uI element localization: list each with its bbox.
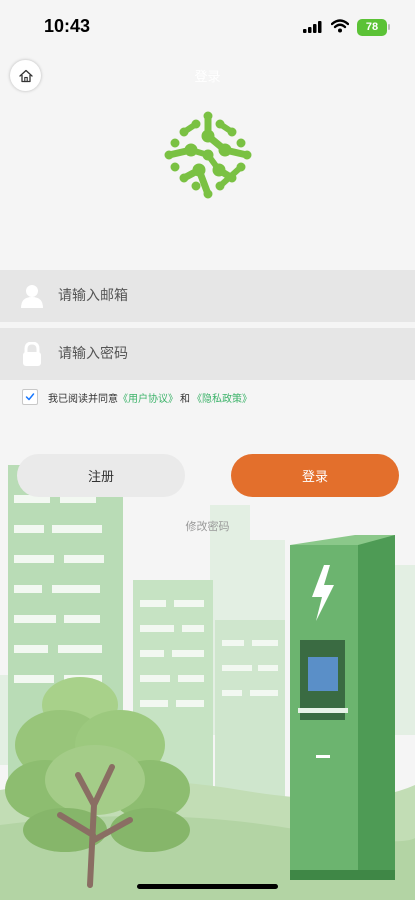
charging-station-illustration bbox=[290, 535, 395, 880]
email-input[interactable] bbox=[58, 270, 388, 322]
password-field-row bbox=[0, 328, 415, 380]
checkmark-icon bbox=[25, 393, 35, 401]
lock-icon bbox=[23, 342, 41, 366]
app-logo bbox=[164, 111, 252, 199]
page-title: 登录 bbox=[194, 70, 221, 85]
privacy-policy-link[interactable]: 《隐私政策》 bbox=[192, 390, 252, 405]
battery-tip bbox=[388, 24, 390, 30]
battery-indicator: 78 bbox=[357, 19, 387, 36]
agreement-checkbox[interactable] bbox=[22, 389, 38, 405]
wifi-icon bbox=[331, 19, 349, 33]
user-icon bbox=[21, 285, 43, 308]
login-button[interactable]: 登录 bbox=[231, 454, 399, 497]
register-button[interactable]: 注册 bbox=[17, 454, 185, 497]
status-bar: 10:43 78 bbox=[0, 0, 415, 52]
agreement-text: 我已阅读并同意 bbox=[48, 393, 118, 405]
signal-icon bbox=[303, 21, 322, 33]
home-indicator[interactable] bbox=[137, 884, 278, 889]
email-field-row bbox=[0, 270, 415, 322]
password-input[interactable] bbox=[58, 328, 388, 380]
change-password-link[interactable]: 修改密码 bbox=[0, 518, 415, 534]
city-background-illustration bbox=[0, 465, 415, 900]
agreement-connector: 和 bbox=[180, 393, 190, 405]
status-time: 10:43 bbox=[44, 16, 91, 36]
agreement-row: 我已阅读并同意 《用户协议》 和 《隐私政策》 bbox=[22, 388, 252, 406]
user-agreement-link[interactable]: 《用户协议》 bbox=[118, 390, 178, 405]
